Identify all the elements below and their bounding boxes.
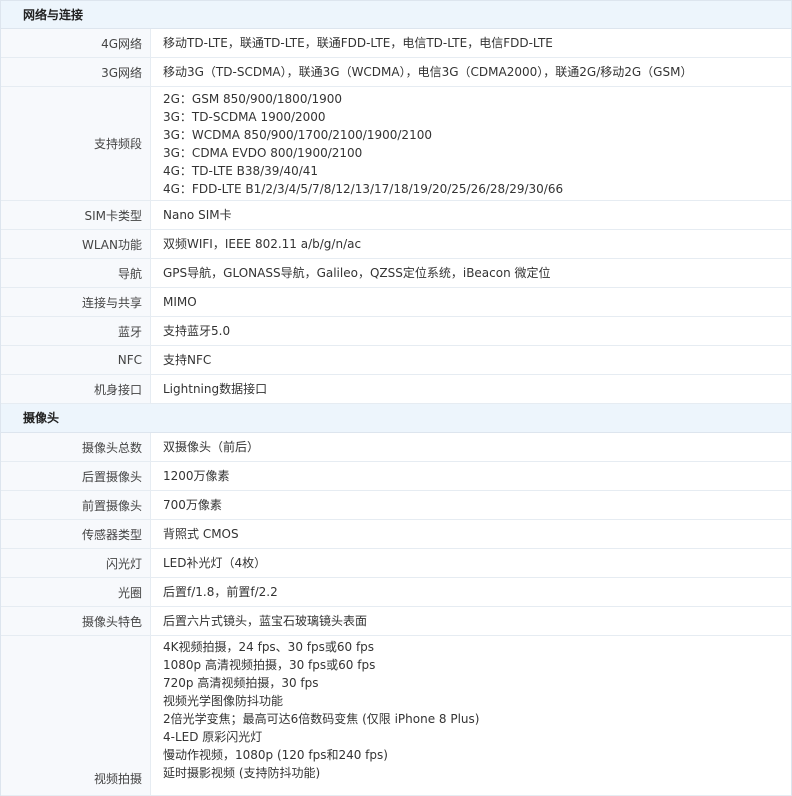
spec-value-line: 2G：GSM 850/900/1800/1900 bbox=[163, 91, 343, 106]
spec-table: 网络与连接 4G网络 移动TD-LTE，联通TD-LTE，联通FDD-LTE，电… bbox=[0, 0, 792, 796]
spec-value-line: Lightning数据接口 bbox=[163, 382, 268, 396]
spec-value: Lightning数据接口 bbox=[151, 375, 791, 403]
spec-value-line: 3G：WCDMA 850/900/1700/2100/1900/2100 bbox=[163, 127, 432, 142]
spec-value-line: 支持蓝牙5.0 bbox=[163, 324, 231, 338]
spec-key: 蓝牙 bbox=[1, 317, 151, 345]
spec-key: 视频拍摄 bbox=[1, 636, 151, 795]
spec-value-line: 4-LED 原彩闪光灯 bbox=[163, 730, 263, 744]
spec-value: 后置f/1.8，前置f/2.2 bbox=[151, 578, 791, 606]
spec-value-line: 4G：FDD-LTE B1/2/3/4/5/7/8/12/13/17/18/19… bbox=[163, 181, 564, 196]
spec-row-sim: SIM卡类型 Nano SIM卡 bbox=[1, 201, 791, 230]
spec-row-camera-count: 摄像头总数 双摄像头（前后） bbox=[1, 433, 791, 462]
spec-value-line: MIMO bbox=[163, 295, 197, 309]
spec-row-bluetooth: 蓝牙 支持蓝牙5.0 bbox=[1, 317, 791, 346]
spec-value-line: 3G：TD-SCDMA 1900/2000 bbox=[163, 109, 326, 124]
spec-value-line: Nano SIM卡 bbox=[163, 208, 232, 222]
spec-key: 传感器类型 bbox=[1, 520, 151, 548]
spec-row-sensor: 传感器类型 背照式 CMOS bbox=[1, 520, 791, 549]
spec-value: Nano SIM卡 bbox=[151, 201, 791, 229]
spec-value: 双摄像头（前后） bbox=[151, 433, 791, 461]
spec-value-line: 支持NFC bbox=[163, 353, 212, 367]
spec-key: 前置摄像头 bbox=[1, 491, 151, 519]
spec-value-line: 1080p 高清视频拍摄，30 fps或60 fps bbox=[163, 658, 376, 672]
spec-row-wlan: WLAN功能 双频WIFI，IEEE 802.11 a/b/g/n/ac bbox=[1, 230, 791, 259]
spec-value-line: LED补光灯（4枚） bbox=[163, 556, 267, 570]
spec-key: 摄像头总数 bbox=[1, 433, 151, 461]
spec-key: NFC bbox=[1, 346, 151, 374]
spec-key: 光圈 bbox=[1, 578, 151, 606]
spec-value-line: 慢动作视频，1080p (120 fps和240 fps) bbox=[163, 748, 388, 762]
spec-value: 移动TD-LTE，联通TD-LTE，联通FDD-LTE，电信TD-LTE，电信F… bbox=[151, 29, 791, 57]
spec-row-nfc: NFC 支持NFC bbox=[1, 346, 791, 375]
spec-value-line: 4G：TD-LTE B38/39/40/41 bbox=[163, 163, 319, 178]
spec-value: LED补光灯（4枚） bbox=[151, 549, 791, 577]
spec-key: 摄像头特色 bbox=[1, 607, 151, 635]
spec-value-line: GPS导航，GLONASS导航，Galileo，QZSS定位系统，iBeacon… bbox=[163, 266, 551, 280]
spec-value: 1200万像素 bbox=[151, 462, 791, 490]
spec-key: 机身接口 bbox=[1, 375, 151, 403]
spec-value-line: 双频WIFI，IEEE 802.11 a/b/g/n/ac bbox=[163, 237, 362, 251]
spec-row-flash: 闪光灯 LED补光灯（4枚） bbox=[1, 549, 791, 578]
spec-value-line: 背照式 CMOS bbox=[163, 527, 239, 541]
spec-value-line: 延时摄影视频 (支持防抖功能) bbox=[163, 766, 321, 780]
spec-row-navigation: 导航 GPS导航，GLONASS导航，Galileo，QZSS定位系统，iBea… bbox=[1, 259, 791, 288]
spec-value-line: 双摄像头（前后） bbox=[163, 440, 260, 454]
section-header-network: 网络与连接 bbox=[1, 0, 791, 29]
spec-row-sharing: 连接与共享 MIMO bbox=[1, 288, 791, 317]
spec-value: 4K视频拍摄，24 fps、30 fps或60 fps 1080p 高清视频拍摄… bbox=[151, 636, 791, 795]
spec-key: SIM卡类型 bbox=[1, 201, 151, 229]
spec-value: GPS导航，GLONASS导航，Galileo，QZSS定位系统，iBeacon… bbox=[151, 259, 791, 287]
spec-value: MIMO bbox=[151, 288, 791, 316]
spec-value-line: 4K视频拍摄，24 fps、30 fps或60 fps bbox=[163, 640, 375, 654]
spec-key: 导航 bbox=[1, 259, 151, 287]
spec-value: 支持蓝牙5.0 bbox=[151, 317, 791, 345]
spec-value-line: 后置f/1.8，前置f/2.2 bbox=[163, 585, 278, 599]
spec-value: 支持NFC bbox=[151, 346, 791, 374]
spec-key: 4G网络 bbox=[1, 29, 151, 57]
spec-value: 后置六片式镜头，蓝宝石玻璃镜头表面 bbox=[151, 607, 791, 635]
spec-value-line: 2倍光学变焦；最高可达6倍数码变焦 (仅限 iPhone 8 Plus) bbox=[163, 712, 480, 726]
spec-value-line: 720p 高清视频拍摄，30 fps bbox=[163, 676, 319, 690]
spec-key: 闪光灯 bbox=[1, 549, 151, 577]
spec-key: 3G网络 bbox=[1, 58, 151, 86]
spec-row-4g: 4G网络 移动TD-LTE，联通TD-LTE，联通FDD-LTE，电信TD-LT… bbox=[1, 29, 791, 58]
spec-value: 2G：GSM 850/900/1800/1900 3G：TD-SCDMA 190… bbox=[151, 87, 791, 200]
spec-key: WLAN功能 bbox=[1, 230, 151, 258]
spec-row-camera-features: 摄像头特色 后置六片式镜头，蓝宝石玻璃镜头表面 bbox=[1, 607, 791, 636]
spec-row-rear-camera: 后置摄像头 1200万像素 bbox=[1, 462, 791, 491]
spec-value-line: 视频光学图像防抖功能 bbox=[163, 694, 284, 708]
spec-value-line: 移动TD-LTE，联通TD-LTE，联通FDD-LTE，电信TD-LTE，电信F… bbox=[163, 36, 553, 50]
spec-key: 后置摄像头 bbox=[1, 462, 151, 490]
spec-row-bands: 支持频段 2G：GSM 850/900/1800/1900 3G：TD-SCDM… bbox=[1, 87, 791, 201]
spec-value: 背照式 CMOS bbox=[151, 520, 791, 548]
spec-value-line: 3G：CDMA EVDO 800/1900/2100 bbox=[163, 145, 363, 160]
spec-value: 移动3G（TD-SCDMA），联通3G（WCDMA），电信3G（CDMA2000… bbox=[151, 58, 791, 86]
spec-value: 双频WIFI，IEEE 802.11 a/b/g/n/ac bbox=[151, 230, 791, 258]
spec-value-line: 1200万像素 bbox=[163, 469, 230, 483]
spec-row-front-camera: 前置摄像头 700万像素 bbox=[1, 491, 791, 520]
spec-value: 700万像素 bbox=[151, 491, 791, 519]
spec-value-line: 700万像素 bbox=[163, 498, 222, 512]
section-header-camera: 摄像头 bbox=[1, 404, 791, 433]
spec-value-line: 移动3G（TD-SCDMA），联通3G（WCDMA），电信3G（CDMA2000… bbox=[163, 65, 693, 79]
spec-value-line: 后置六片式镜头，蓝宝石玻璃镜头表面 bbox=[163, 614, 368, 628]
spec-row-3g: 3G网络 移动3G（TD-SCDMA），联通3G（WCDMA），电信3G（CDM… bbox=[1, 58, 791, 87]
spec-row-video: 视频拍摄 4K视频拍摄，24 fps、30 fps或60 fps 1080p 高… bbox=[1, 636, 791, 796]
spec-row-aperture: 光圈 后置f/1.8，前置f/2.2 bbox=[1, 578, 791, 607]
spec-key: 支持频段 bbox=[1, 87, 151, 200]
spec-row-port: 机身接口 Lightning数据接口 bbox=[1, 375, 791, 404]
spec-key: 连接与共享 bbox=[1, 288, 151, 316]
